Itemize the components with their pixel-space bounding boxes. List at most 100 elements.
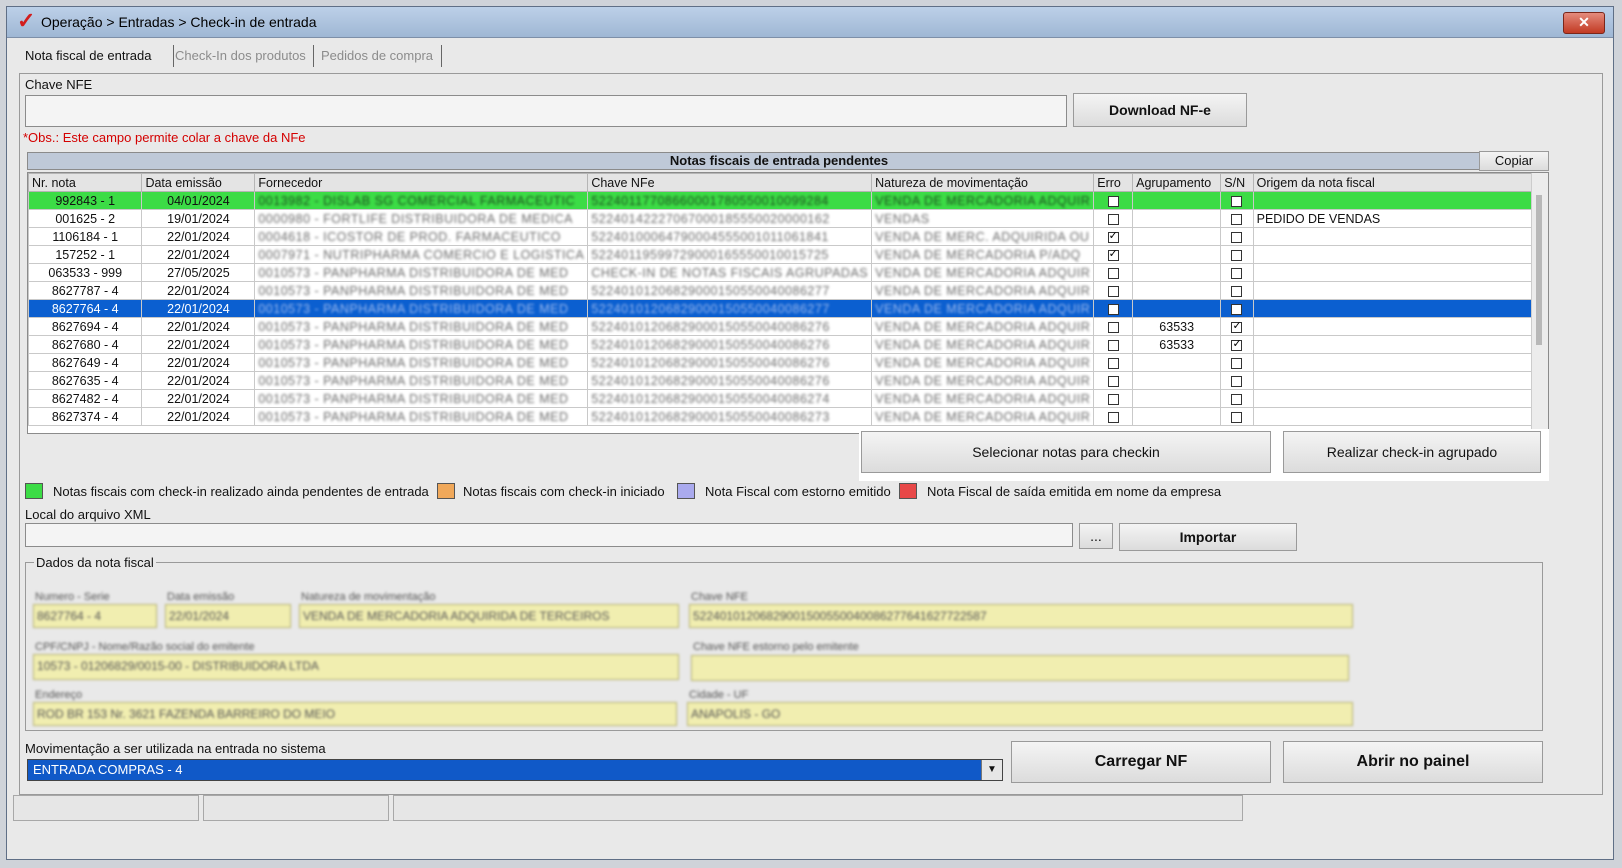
sn-checkbox[interactable] xyxy=(1231,393,1243,405)
movimentacao-select[interactable]: ENTRADA COMPRAS - 4 ▼ xyxy=(27,759,1003,781)
close-button[interactable]: ✕ xyxy=(1563,12,1605,34)
table-row[interactable]: 992843 - 1 04/01/2024 0013982 - DISLAB SG … xyxy=(28,191,1548,210)
cell-agrup: 63533 xyxy=(1132,335,1222,354)
sn-checkbox[interactable] xyxy=(1231,285,1243,297)
cell-erro[interactable] xyxy=(1093,353,1134,372)
cell-sn[interactable] xyxy=(1220,317,1254,336)
table-row[interactable]: 8627482 - 4 22/01/2024 0010573 - PANPHARMA… xyxy=(28,389,1548,408)
cell-sn[interactable] xyxy=(1220,299,1254,318)
sn-checkbox[interactable] xyxy=(1231,303,1243,315)
cell-erro[interactable] xyxy=(1093,227,1134,246)
grouped-checkin-button[interactable]: Realizar check-in agrupado xyxy=(1283,431,1541,473)
col-sn[interactable]: S/N xyxy=(1220,173,1254,192)
cell-sn[interactable] xyxy=(1220,407,1254,426)
tab-checkin-produtos[interactable]: Check-In dos produtos xyxy=(171,45,314,67)
sn-checkbox[interactable] xyxy=(1231,249,1243,261)
sn-checkbox[interactable] xyxy=(1231,319,1243,333)
cell-erro[interactable] xyxy=(1093,317,1134,336)
download-nfe-button[interactable]: Download NF-e xyxy=(1073,93,1247,127)
erro-checkbox[interactable] xyxy=(1107,357,1119,369)
sn-checkbox[interactable] xyxy=(1231,357,1243,369)
abrir-painel-button[interactable]: Abrir no painel xyxy=(1283,741,1543,783)
col-fornecedor[interactable]: Fornecedor xyxy=(254,173,589,192)
sn-checkbox[interactable] xyxy=(1231,231,1243,243)
table-row[interactable]: 8627764 - 4 22/01/2024 0010573 - PANPHARMA… xyxy=(28,299,1548,318)
table-row[interactable]: 001625 - 2 19/01/2024 0000980 - FORTLIFE D… xyxy=(28,209,1548,228)
cell-agrup xyxy=(1132,281,1222,300)
cell-fornecedor: 0007971 - NUTRIPHARMA COMERCIO E LOGISTI… xyxy=(254,245,589,264)
tab-pedidos-compra[interactable]: Pedidos de compra xyxy=(317,45,442,67)
fornecedor-text: 0013982 - DISLAB SG COMERCIAL FARMACEUTI… xyxy=(258,193,576,208)
cell-sn[interactable] xyxy=(1220,371,1254,390)
grid-vertical-scrollbar[interactable] xyxy=(1531,173,1548,433)
table-row[interactable]: 063533 - 999 27/05/2025 0010573 - PANPHARM… xyxy=(28,263,1548,282)
cell-erro[interactable] xyxy=(1093,263,1134,282)
select-notes-checkin-button[interactable]: Selecionar notas para checkin xyxy=(861,431,1271,473)
cell-erro[interactable] xyxy=(1093,299,1134,318)
col-chave-nfe[interactable]: Chave NFe xyxy=(587,173,873,192)
cell-sn[interactable] xyxy=(1220,389,1254,408)
table-row[interactable]: 8627694 - 4 22/01/2024 0010573 - PANPHARMA… xyxy=(28,317,1548,336)
col-nr-nota[interactable]: Nr. nota xyxy=(28,173,143,192)
cell-erro[interactable] xyxy=(1093,191,1134,210)
erro-checkbox[interactable] xyxy=(1107,247,1119,261)
cell-erro[interactable] xyxy=(1093,389,1134,408)
cell-erro[interactable] xyxy=(1093,209,1134,228)
cell-sn[interactable] xyxy=(1220,209,1254,228)
sn-checkbox[interactable] xyxy=(1231,213,1243,225)
table-row[interactable]: 8627649 - 4 22/01/2024 0010573 - PANPHARMA… xyxy=(28,353,1548,372)
table-row[interactable]: 8627787 - 4 22/01/2024 0010573 - PANPHARMA… xyxy=(28,281,1548,300)
erro-checkbox[interactable] xyxy=(1107,321,1119,333)
erro-checkbox[interactable] xyxy=(1107,213,1119,225)
col-data-emissao[interactable]: Data emissão xyxy=(141,173,256,192)
erro-checkbox[interactable] xyxy=(1107,375,1119,387)
table-row[interactable]: 8627680 - 4 22/01/2024 0010573 - PANPHARMA… xyxy=(28,335,1548,354)
xml-path-input[interactable] xyxy=(25,523,1073,547)
cell-erro[interactable] xyxy=(1093,407,1134,426)
cell-sn[interactable] xyxy=(1220,191,1254,210)
erro-checkbox[interactable] xyxy=(1107,267,1119,279)
cell-erro[interactable] xyxy=(1093,335,1134,354)
cell-sn[interactable] xyxy=(1220,281,1254,300)
erro-checkbox[interactable] xyxy=(1107,195,1119,207)
scrollbar-thumb[interactable] xyxy=(1536,195,1542,345)
table-row[interactable]: 8627374 - 4 22/01/2024 0010573 - PANPHARMA… xyxy=(28,407,1548,426)
sn-checkbox[interactable] xyxy=(1231,337,1243,351)
sn-checkbox[interactable] xyxy=(1231,195,1243,207)
cell-natureza: VENDA DE MERCADORIA ADQUIR xyxy=(871,371,1095,390)
erro-checkbox[interactable] xyxy=(1107,339,1119,351)
cell-sn[interactable] xyxy=(1220,263,1254,282)
cell-chave: 52240101206829000150550040086276 xyxy=(587,371,873,390)
cell-data: 19/01/2024 xyxy=(141,209,256,228)
erro-checkbox[interactable] xyxy=(1107,229,1119,243)
cell-erro[interactable] xyxy=(1093,371,1134,390)
browse-xml-button[interactable]: ... xyxy=(1079,523,1113,549)
col-erro[interactable]: Erro xyxy=(1093,173,1134,192)
table-row[interactable]: 1106184 - 1 22/01/2024 0004618 - ICOSTOR D… xyxy=(28,227,1548,246)
table-row[interactable]: 157252 - 1 22/01/2024 0007971 - NUTRIPHARM… xyxy=(28,245,1548,264)
cell-erro[interactable] xyxy=(1093,281,1134,300)
cell-nr: 8627649 - 4 xyxy=(28,353,143,372)
erro-checkbox[interactable] xyxy=(1107,411,1119,423)
cell-sn[interactable] xyxy=(1220,245,1254,264)
cell-sn[interactable] xyxy=(1220,335,1254,354)
sn-checkbox[interactable] xyxy=(1231,411,1243,423)
cell-erro[interactable] xyxy=(1093,245,1134,264)
sn-checkbox[interactable] xyxy=(1231,375,1243,387)
col-natureza[interactable]: Natureza de movimentação xyxy=(871,173,1095,192)
col-origem[interactable]: Origem da nota fiscal xyxy=(1252,173,1548,192)
erro-checkbox[interactable] xyxy=(1107,285,1119,297)
cell-sn[interactable] xyxy=(1220,227,1254,246)
erro-checkbox[interactable] xyxy=(1107,303,1119,315)
carregar-nf-button[interactable]: Carregar NF xyxy=(1011,741,1271,783)
copy-button[interactable]: Copiar xyxy=(1479,151,1549,171)
cell-sn[interactable] xyxy=(1220,353,1254,372)
tab-nota-fiscal-entrada[interactable]: Nota fiscal de entrada xyxy=(21,45,174,67)
chevron-down-icon[interactable]: ▼ xyxy=(981,760,1002,780)
erro-checkbox[interactable] xyxy=(1107,393,1119,405)
sn-checkbox[interactable] xyxy=(1231,267,1243,279)
import-xml-button[interactable]: Importar xyxy=(1119,523,1297,551)
table-row[interactable]: 8627635 - 4 22/01/2024 0010573 - PANPHARMA… xyxy=(28,371,1548,390)
chave-nfe-input[interactable] xyxy=(25,95,1067,127)
col-agrupamento[interactable]: Agrupamento xyxy=(1132,173,1222,192)
